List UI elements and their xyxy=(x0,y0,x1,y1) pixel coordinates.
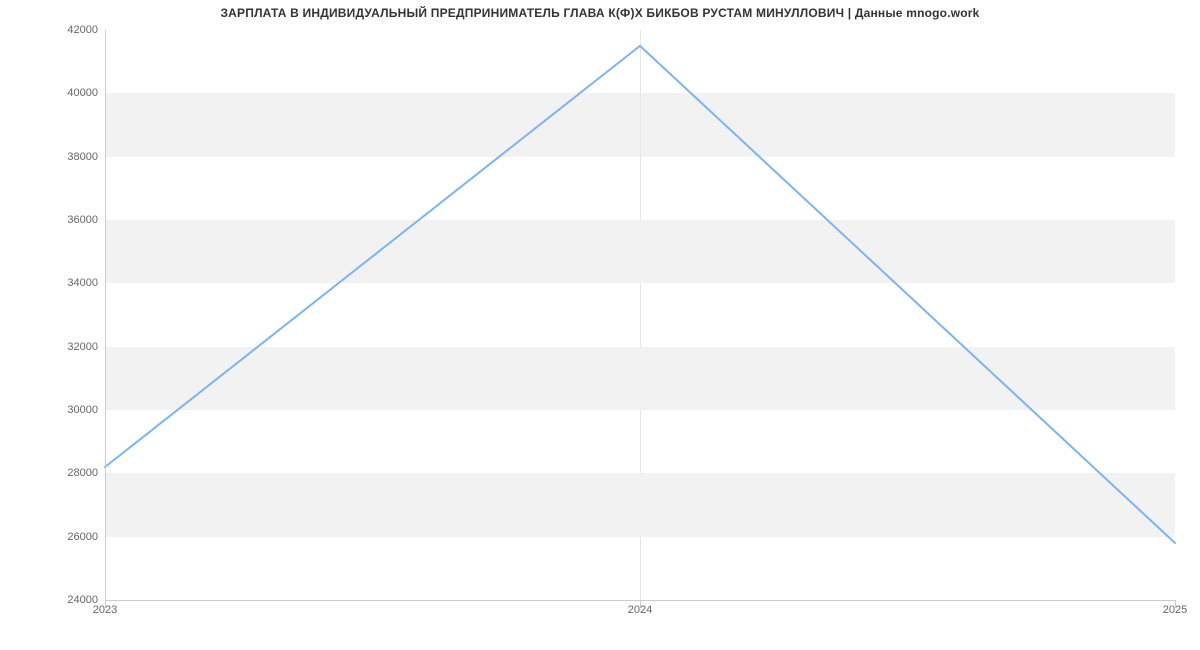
chart-container: ЗАРПЛАТА В ИНДИВИДУАЛЬНЫЙ ПРЕДПРИНИМАТЕЛ… xyxy=(0,0,1200,650)
series-line xyxy=(105,46,1175,543)
plot-area xyxy=(105,30,1175,600)
y-axis-line xyxy=(105,30,106,600)
y-tick-label: 34000 xyxy=(38,277,98,289)
line-layer xyxy=(105,30,1175,600)
x-tick-label: 2024 xyxy=(628,604,652,616)
chart-title: ЗАРПЛАТА В ИНДИВИДУАЛЬНЫЙ ПРЕДПРИНИМАТЕЛ… xyxy=(0,6,1200,20)
x-tick-label: 2025 xyxy=(1163,604,1187,616)
y-tick-label: 26000 xyxy=(38,531,98,543)
y-tick-label: 36000 xyxy=(38,214,98,226)
y-tick-label: 40000 xyxy=(38,87,98,99)
y-tick-label: 42000 xyxy=(38,24,98,36)
y-tick-label: 38000 xyxy=(38,151,98,163)
y-tick-label: 32000 xyxy=(38,341,98,353)
y-tick-label: 24000 xyxy=(38,594,98,606)
y-tick-label: 30000 xyxy=(38,404,98,416)
y-tick-label: 28000 xyxy=(38,467,98,479)
x-tick-label: 2023 xyxy=(93,604,117,616)
